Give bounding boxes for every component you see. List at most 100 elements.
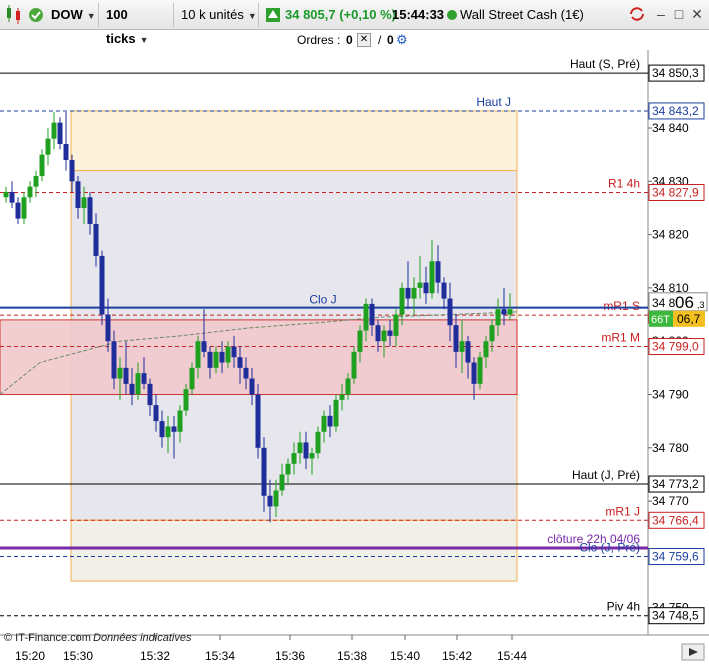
candle-body [93, 223, 99, 256]
candle-body [99, 255, 105, 315]
candle-body [423, 282, 429, 294]
price-change: 34 805,7 (+0,10 %) [285, 3, 396, 27]
y-tick-label: 34 770 [652, 494, 689, 508]
level-label: R1 4h [608, 176, 640, 190]
candle-body [135, 373, 141, 395]
settings-gear-icon[interactable]: ⚙ [396, 30, 408, 50]
candle-body [189, 367, 195, 390]
candle-body [39, 154, 45, 176]
candle-body [417, 282, 423, 288]
level-label: Haut (S, Pré) [570, 57, 640, 71]
candle-body [81, 197, 87, 208]
candle-body [447, 298, 453, 326]
close-icon[interactable]: ✕ [688, 5, 706, 23]
candle-body [207, 351, 213, 368]
candle-body [411, 287, 417, 299]
orders-separator: / [378, 33, 382, 47]
orders-bar: Ordres : 0 ✕ / 0 ⚙ [0, 30, 709, 50]
orders-label: Ordres : [297, 33, 341, 47]
candle-body [15, 202, 21, 219]
candle-body [183, 389, 189, 411]
candle-body [159, 421, 165, 438]
candle-body [357, 330, 363, 352]
candle-body [9, 191, 15, 203]
candle-body [465, 341, 471, 363]
toolbar: DOW ▼ 100 ticks ▼ 10 k unités ▼ 34 805,7 (+… [0, 0, 709, 46]
level-price: 34 850,3 [652, 66, 699, 80]
candle-body [255, 394, 261, 448]
candle-body [315, 431, 321, 454]
candle-body [123, 367, 129, 384]
up-arrow-icon [265, 3, 283, 27]
x-tick-label: 15:38 [337, 649, 367, 662]
candle-body [87, 197, 93, 224]
x-tick-label: 15:36 [275, 649, 305, 662]
zone-high [70, 110, 518, 172]
y-tick-label: 34 840 [652, 121, 689, 135]
ticks-select[interactable]: 100 ticks ▼ [102, 3, 174, 46]
price-chart[interactable]: 34 84034 83034 82034 81034 80034 79034 7… [0, 50, 709, 663]
candle-body [375, 325, 381, 342]
candle-body [69, 159, 75, 182]
candle-body [129, 383, 135, 395]
candle-body [117, 367, 123, 379]
candle-body [219, 351, 225, 363]
level-price: 34 773,2 [652, 477, 699, 491]
units-label: 10 k unités [181, 7, 244, 22]
refresh-icon[interactable] [27, 3, 45, 27]
x-tick-label: 15:30 [63, 649, 93, 662]
level-price: 34 843,2 [652, 104, 699, 118]
level-price: 34 799,0 [652, 340, 699, 354]
candle-body [489, 325, 495, 342]
candle-body [297, 442, 303, 454]
candle-body [399, 287, 405, 315]
candle-body [267, 495, 273, 507]
candle-body [477, 357, 483, 384]
current-price-sub: ,3 [697, 300, 705, 310]
candle-body [471, 362, 477, 384]
orders-grid-icon[interactable]: ✕ [357, 33, 371, 47]
x-tick-label: 15:44 [497, 649, 527, 662]
candle-body [339, 394, 345, 400]
level-label: Piv 4h [607, 600, 640, 614]
candle-body [309, 453, 315, 459]
candle-body [105, 314, 111, 342]
candle-body [213, 351, 219, 368]
level-price: 34 827,9 [652, 185, 699, 199]
candle-body [483, 341, 489, 358]
zone-low [70, 519, 518, 582]
candle-body [237, 357, 243, 368]
candle-body [27, 186, 33, 198]
candle-body [333, 399, 339, 427]
candle-body [75, 181, 81, 208]
candle-body [111, 341, 117, 379]
x-tick-label: 15:34 [205, 649, 235, 662]
sync-icon[interactable] [628, 5, 646, 23]
candle-body [507, 309, 513, 315]
level-price: 34 766,4 [652, 513, 699, 527]
candle-body [327, 415, 333, 427]
x-tick-label: 15:32 [140, 649, 170, 662]
candle-body [21, 197, 27, 219]
units-select[interactable]: 10 k unités ▼ [177, 3, 259, 27]
candle-body [285, 463, 291, 475]
current-price-prefix: 34 8 [652, 296, 676, 310]
candle-body [435, 261, 441, 283]
minimize-icon[interactable]: – [652, 5, 670, 23]
level-label: Haut (J, Pré) [572, 468, 640, 482]
chart-icon[interactable] [4, 3, 24, 27]
level-label: Clo (J, Pré) [579, 541, 640, 555]
chart-area[interactable]: 34 84034 83034 82034 81034 80034 79034 7… [0, 50, 709, 663]
x-tick-label: 15:20 [15, 649, 45, 662]
chevron-down-icon: ▼ [86, 11, 96, 21]
candle-body [63, 143, 69, 160]
candle-body [243, 367, 249, 379]
orders-count-2: 0 [387, 33, 394, 47]
copyright-text: © IT-Finance.com [4, 632, 91, 644]
symbol-label: DOW [51, 7, 83, 22]
symbol-select[interactable]: DOW ▼ [47, 3, 99, 27]
candle-body [369, 303, 375, 326]
maximize-icon[interactable]: □ [670, 5, 688, 23]
y-tick-label: 34 820 [652, 228, 689, 242]
candle-body [225, 346, 231, 363]
